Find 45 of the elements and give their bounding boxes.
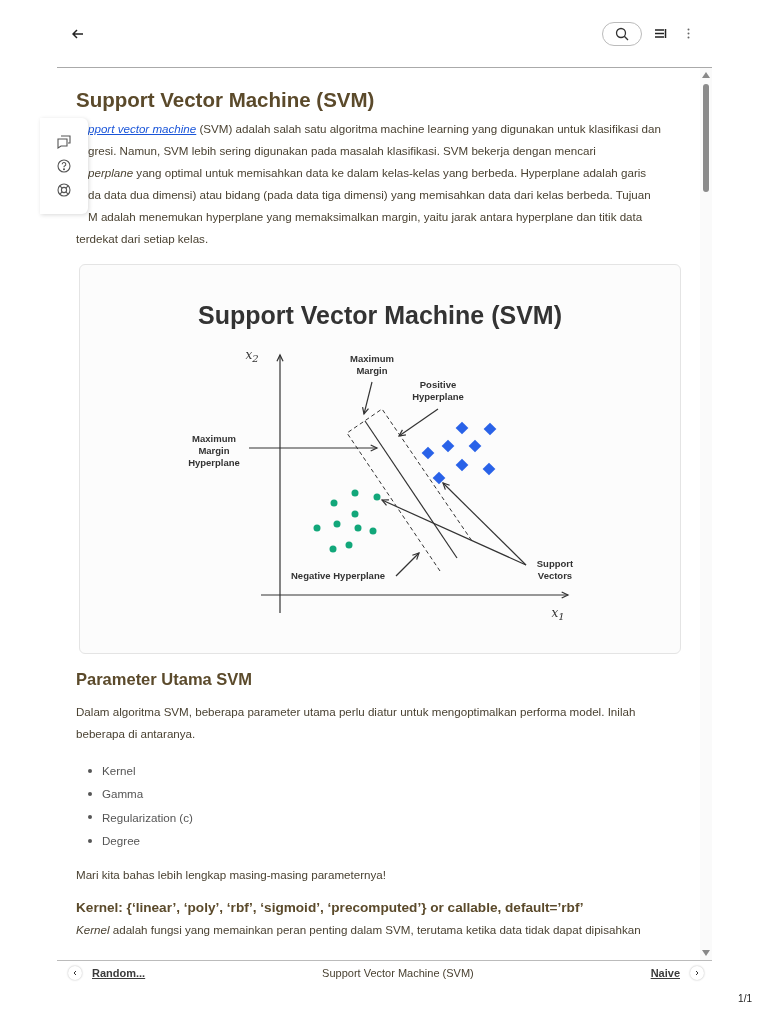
next-link[interactable]: Naive — [650, 967, 680, 979]
comment-icon[interactable] — [55, 133, 73, 151]
bullet-icon — [88, 838, 92, 843]
arrow — [397, 408, 439, 437]
search-button[interactable] — [602, 21, 642, 46]
list-item: Kernel — [102, 764, 136, 778]
chevron-left-icon — [72, 970, 78, 976]
lifebuoy-icon[interactable] — [55, 181, 73, 199]
diagram-label: Maximum Margin — [349, 353, 395, 377]
scroll-up-icon[interactable] — [702, 72, 710, 78]
paragraph-line: terdekat dari setiap kelas. — [76, 231, 210, 247]
paragraph-line: da data dua dimensi) atau bidang (pada data tiga dimensi) yang memisahkan data dari kelas berbeda. Tujuan — [87, 187, 652, 203]
search-icon — [615, 26, 629, 41]
paragraph: Dalam algoritma SVM, beberapa parameter utama perlu diatur untuk mengoptimalkan performa model. Inilah beberapa di antaranya. — [76, 704, 637, 742]
list-item: Gamma — [102, 787, 144, 801]
bullet-icon — [88, 815, 92, 820]
diagram-label: Maximum Margin Hyperplane — [187, 433, 241, 469]
scrollbar[interactable] — [700, 68, 712, 960]
paragraph: Mari kita bahas lebih lengkap masing-masing parameternya! — [76, 867, 387, 884]
diagram-title: Support Vector Machine (SVM) — [197, 301, 563, 330]
list-item: Regularization (c) — [102, 810, 193, 824]
bullet-icon — [88, 791, 92, 796]
article-title: Support Vector Machine (SVM) — [76, 88, 376, 112]
current-page-title: Support Vector Machine (SVM) — [321, 967, 475, 979]
previous-link[interactable]: Random... — [92, 967, 146, 979]
diagram-label: Support Vectors — [535, 558, 575, 582]
arrow — [361, 381, 373, 416]
paragraph-line: M adalah menemukan hyperplane yang memaksimalkan margin, yaitu jarak antara hyperplane dan titik data — [87, 209, 644, 225]
diagram-label: Negative Hyperplane — [291, 570, 385, 582]
subsection-heading: Kernel: {‘linear’, ‘poly’, ‘rbf’, ‘sigmoid’, ‘precomputed’} or callable, default=’rbf’ — [76, 900, 585, 916]
back-arrow-icon — [72, 28, 84, 39]
paragraph-line: perplane yang optimal untuk memisahkan data ke dalam kelas-kelas yang berbeda. Hyperplane adalah garis — [87, 165, 648, 181]
list-item: Degree — [102, 834, 141, 848]
paragraph: Kernel adalah fungsi yang memainkan peran penting dalam SVM, terutama ketika data tidak dapat dipisahkan — [76, 922, 642, 939]
section-heading: Parameter Utama SVM — [76, 670, 254, 689]
help-icon[interactable] — [55, 157, 73, 175]
article-link[interactable]: pport vector machine — [88, 122, 197, 135]
chevron-right-icon — [694, 970, 700, 976]
bullet-icon — [88, 768, 92, 773]
diagram-label: Positive Hyperplane — [411, 379, 465, 403]
axis-label: x$_{1}$ — [551, 607, 565, 624]
page-count: 1/1 — [738, 993, 752, 1004]
paragraph-line: gresi. Namun, SVM lebih sering digunakan pada masalah klasifikasi. SVM bekerja dengan mencari — [87, 143, 597, 159]
scroll-down-icon[interactable] — [702, 950, 710, 956]
axis-label: x$_{2}$ — [245, 349, 259, 366]
